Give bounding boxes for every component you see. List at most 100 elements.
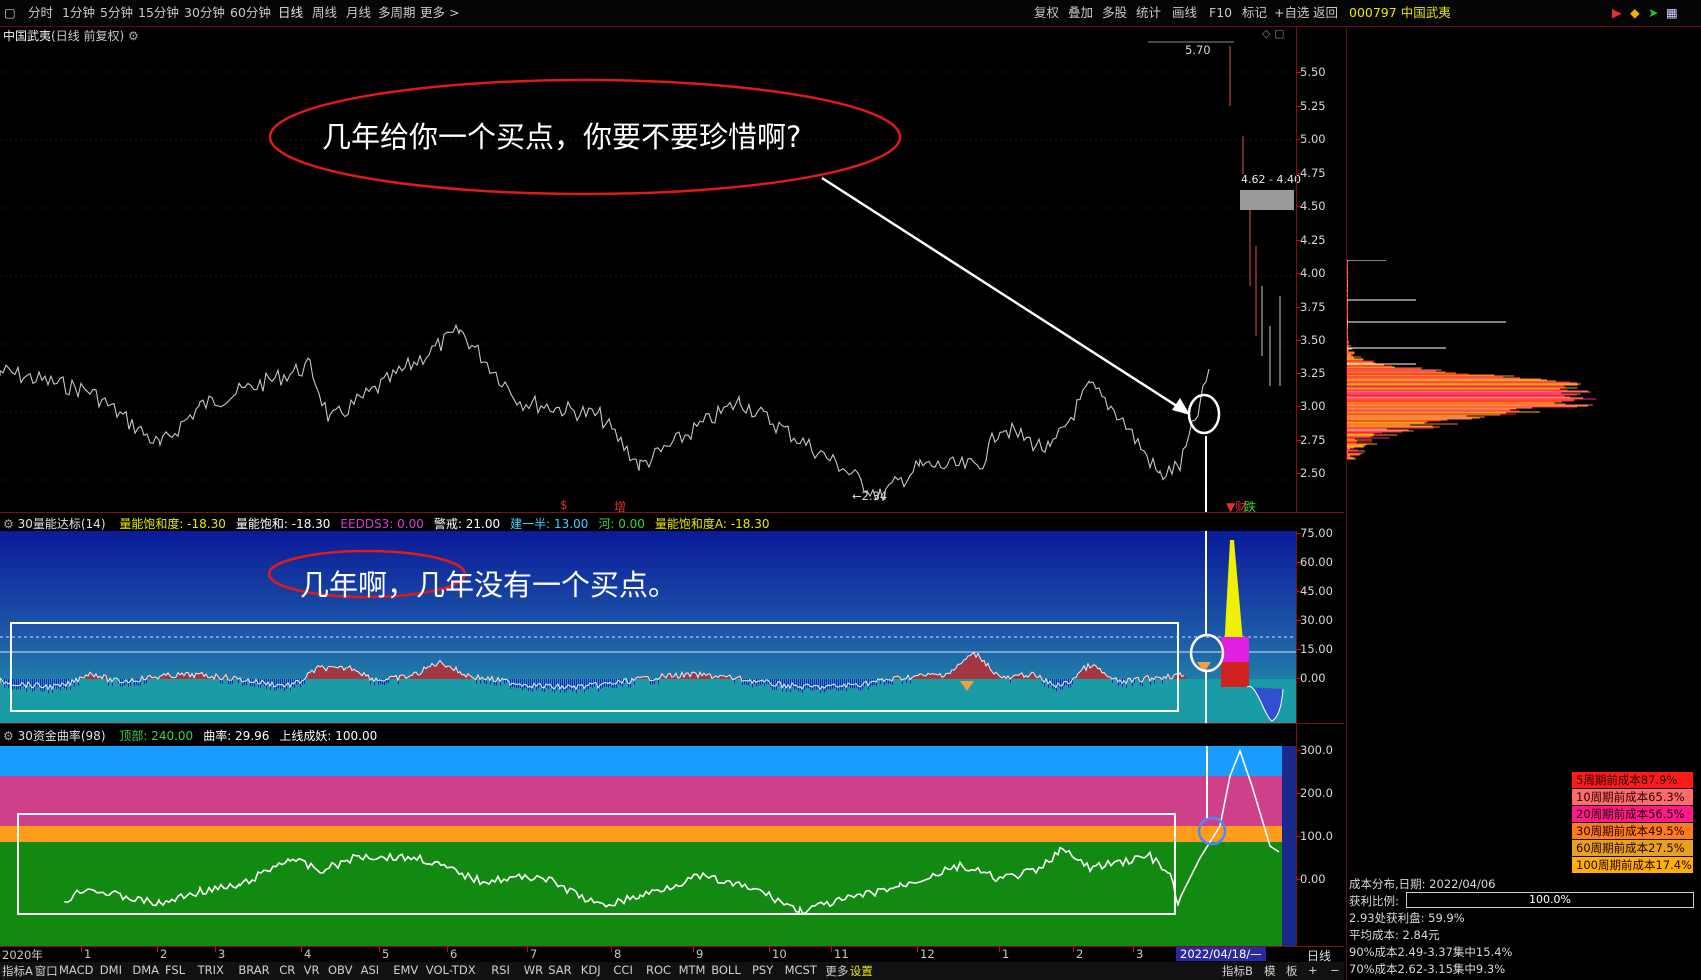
tab-tool-0[interactable]: 复权 (1034, 4, 1059, 22)
cost-date: 成本分布,日期: 2022/04/06 (1349, 877, 1496, 891)
time-label: 11 (834, 947, 849, 961)
indicator-tab[interactable]: MCST (785, 963, 817, 977)
tab-period-7[interactable]: 周线 (312, 4, 337, 22)
indicator-tab[interactable]: FSL (165, 963, 185, 977)
indicator-tab[interactable]: SAR (548, 963, 571, 977)
time-label: 9 (696, 947, 704, 961)
time-label: 8 (614, 947, 622, 961)
profit-label: 获利比例: (1349, 894, 1399, 908)
axis-tick: 4.50 (1300, 199, 1326, 213)
axis-tick: 2.75 (1300, 433, 1326, 447)
range-label: 4.62 - 4.40 (1241, 173, 1301, 186)
tab-period-5[interactable]: 60分钟 (230, 4, 271, 22)
time-label: 2 (1076, 947, 1084, 961)
tab-period-3[interactable]: 15分钟 (138, 4, 179, 22)
axis-tick: 0.00 (1300, 872, 1326, 886)
indicator-b-tab[interactable]: + (1308, 963, 1318, 977)
settings-icon[interactable]: ⚙ (3, 729, 14, 743)
indicator-tab[interactable]: DMI (100, 963, 122, 977)
time-label: 1 (1002, 947, 1010, 961)
indicator-tab[interactable]: PSY (752, 963, 773, 977)
cost-legend-row: 60周期前成本27.5% (1572, 840, 1693, 856)
tab-period-9[interactable]: 多周期 (378, 4, 416, 22)
indicator-b-tab[interactable]: 指标B (1222, 963, 1253, 979)
low-label: ←2.34 (852, 489, 888, 503)
tab-period-1[interactable]: 1分钟 (62, 4, 95, 22)
indicator-tab[interactable]: BRAR (238, 963, 269, 977)
cost-distribution-chart (1346, 260, 1597, 460)
axis-tick: 75.00 (1300, 526, 1333, 540)
tab-tool-7[interactable]: +自选 (1274, 4, 1309, 22)
indicator-tab[interactable]: TRIX (198, 963, 224, 977)
tab-period-6[interactable]: 日线 (278, 4, 303, 22)
time-label: 3 (218, 947, 226, 961)
legend-item: 量能饱和度A: -18.30 (654, 517, 770, 531)
indicator-tab[interactable]: EMV (393, 963, 418, 977)
cost-legend-row: 20周期前成本56.5% (1572, 806, 1693, 822)
grid-icon[interactable]: ▦ (1666, 4, 1678, 22)
tab-period-10[interactable]: 更多 > (420, 4, 459, 22)
tab-tool-3[interactable]: 统计 (1136, 4, 1161, 22)
arrow-icon[interactable]: ➤ (1648, 4, 1658, 22)
indicator-tab[interactable]: VOL-TDX (426, 963, 476, 977)
time-label: 1 (84, 947, 92, 961)
range-box (1240, 190, 1294, 210)
legend-item: 上线成妖: 100.00 (279, 729, 378, 743)
top-toolbar: ▢ 分时 1分钟 5分钟 15分钟 30分钟 60分钟 日线 周线 月线 多周期 更多 > 复权 叠加… (0, 0, 1701, 27)
tab-period-0[interactable]: 分时 (28, 4, 53, 22)
annotation-text-1: 几年给你一个买点，你要不要珍惜啊? (322, 120, 802, 154)
time-label: 6 (450, 947, 458, 961)
legend-item: 警戒: 21.00 (433, 517, 501, 531)
indicator-tab[interactable]: KDJ (581, 963, 601, 977)
indicator-tab[interactable]: MTM (679, 963, 706, 977)
indicator-tab[interactable]: BOLL (711, 963, 741, 977)
indicator-tab[interactable]: WR (524, 963, 543, 977)
tab-tool-4[interactable]: 画线 (1172, 4, 1197, 22)
tab-tool-2[interactable]: 多股 (1102, 4, 1127, 22)
indicator-b-tab[interactable]: − (1330, 963, 1340, 977)
indicator-tab[interactable]: ROC (646, 963, 671, 977)
cost-legend-row: 10周期前成本65.3% (1572, 789, 1693, 805)
time-label: 10 (772, 947, 787, 961)
indicator-tab[interactable]: 指标A (2, 963, 33, 979)
axis-tick: 3.00 (1300, 399, 1326, 413)
indicator-b-tab[interactable]: 模 (1264, 963, 1276, 979)
time-label: 12 (920, 947, 935, 961)
time-label: 2020年 (2, 948, 43, 962)
indicator-b-tab[interactable]: 板 (1286, 963, 1298, 979)
indicator-tab[interactable]: 更多 (825, 963, 848, 979)
axis-tick: 200.0 (1300, 786, 1333, 800)
tab-tool-5[interactable]: F10 (1209, 4, 1232, 22)
marker-dollar: $ (560, 498, 568, 512)
axis-tick: 15.00 (1300, 642, 1333, 656)
indicator-tab[interactable]: ASI (361, 963, 380, 977)
axis-tick: 3.75 (1300, 300, 1326, 314)
legend-item: EEDDS3: 0.00 (340, 517, 424, 531)
indicator-tab[interactable]: VR (304, 963, 320, 977)
indicator-tab[interactable]: MACD (59, 963, 93, 977)
indicator-tab[interactable]: RSI (491, 963, 510, 977)
tab-tool-6[interactable]: 标记 (1242, 4, 1267, 22)
flag-icon[interactable]: ▶ (1612, 4, 1622, 22)
legend-item: 量能饱和度: -18.30 (119, 517, 226, 531)
axis-tick: 300.0 (1300, 743, 1333, 757)
tab-tool-1[interactable]: 叠加 (1068, 4, 1093, 22)
stock-code-name: 000797 中国武夷 (1349, 5, 1451, 20)
tab-tool-8[interactable]: 返回 (1313, 4, 1338, 22)
indicator-tab[interactable]: CCI (613, 963, 632, 977)
indicator-tab[interactable]: DMA (132, 963, 159, 977)
indicator-tab[interactable]: CR (279, 963, 295, 977)
alert-icon[interactable]: ◆ (1630, 4, 1640, 22)
indicator-tab[interactable]: 窗口 (35, 963, 58, 979)
axis-tick: 45.00 (1300, 584, 1333, 598)
tab-period-2[interactable]: 5分钟 (100, 4, 133, 22)
tab-period-4[interactable]: 30分钟 (184, 4, 225, 22)
annotation-text-2: 几年啊，几年没有一个买点。 (300, 568, 678, 602)
settings-icon[interactable]: ⚙ (3, 517, 14, 531)
indicator-tab[interactable]: OBV (328, 963, 352, 977)
indicator-tab[interactable]: 设置 (850, 963, 873, 979)
cost-legend-row: 5周期前成本87.9% (1572, 772, 1693, 788)
indicator-2-chart (0, 746, 1296, 946)
window-icon[interactable]: ▢ (4, 4, 16, 22)
tab-period-8[interactable]: 月线 (346, 4, 371, 22)
